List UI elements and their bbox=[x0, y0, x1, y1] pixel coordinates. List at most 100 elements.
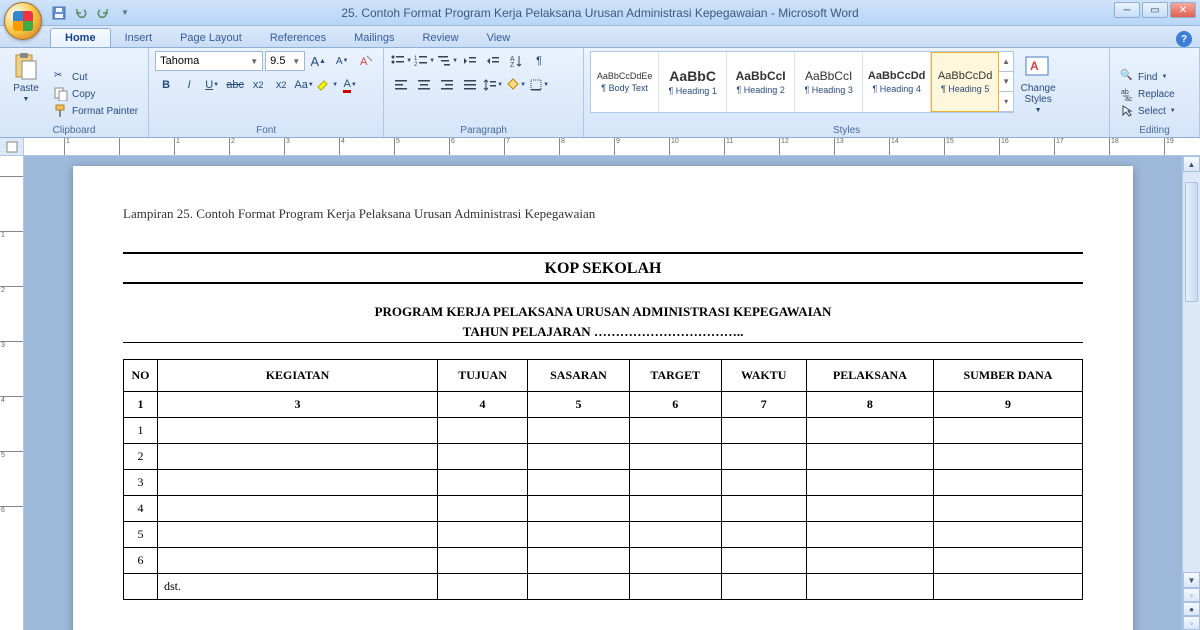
bold-button[interactable]: B bbox=[155, 75, 177, 95]
decrease-indent-button[interactable] bbox=[459, 51, 481, 71]
next-page-icon[interactable]: ◦ bbox=[1183, 616, 1200, 630]
superscript-button[interactable]: x2 bbox=[270, 75, 292, 95]
table-cell bbox=[721, 574, 806, 600]
line-spacing-button[interactable]: ▼ bbox=[482, 75, 504, 95]
program-title: PROGRAM KERJA PELAKSANA URUSAN ADMINISTR… bbox=[123, 304, 1083, 320]
align-left-button[interactable] bbox=[390, 75, 412, 95]
table-cell: 5 bbox=[528, 392, 630, 418]
style-body-text[interactable]: AaBbCcDdEe¶ Body Text bbox=[591, 52, 659, 112]
maximize-button[interactable]: ▭ bbox=[1142, 2, 1168, 18]
table-cell bbox=[528, 522, 630, 548]
table-cell bbox=[158, 496, 438, 522]
style-heading-5[interactable]: AaBbCcDd¶ Heading 5 bbox=[931, 52, 999, 112]
minimize-button[interactable]: ─ bbox=[1114, 2, 1140, 18]
table-cell bbox=[721, 496, 806, 522]
office-button[interactable] bbox=[4, 2, 42, 40]
table-cell bbox=[438, 418, 528, 444]
change-case-button[interactable]: Aa▼ bbox=[293, 75, 315, 95]
select-button[interactable]: Select ▼ bbox=[1116, 103, 1180, 119]
shrink-font-button[interactable]: A▼ bbox=[331, 51, 353, 71]
numbering-button[interactable]: 12▼ bbox=[413, 51, 435, 71]
prev-page-icon[interactable]: ◦ bbox=[1183, 588, 1200, 602]
group-paragraph: ▼ 12▼ ▼ AZ ¶ ▼ ▼ ▼ Paragraph bbox=[384, 48, 584, 137]
table-cell: 4 bbox=[438, 392, 528, 418]
align-center-button[interactable] bbox=[413, 75, 435, 95]
tab-mailings[interactable]: Mailings bbox=[340, 29, 408, 47]
cut-button[interactable]: ✂Cut bbox=[50, 69, 142, 85]
styles-more-icon[interactable]: ▾ bbox=[999, 92, 1013, 112]
vertical-ruler[interactable]: 123456 bbox=[0, 156, 24, 630]
close-button[interactable]: ✕ bbox=[1170, 2, 1196, 18]
table-cell: dst. bbox=[158, 574, 438, 600]
document-scroll[interactable]: Lampiran 25. Contoh Format Program Kerja… bbox=[24, 156, 1182, 630]
group-styles: AaBbCcDdEe¶ Body Text AaBbC¶ Heading 1 A… bbox=[584, 48, 1110, 137]
replace-button[interactable]: abacReplace bbox=[1116, 86, 1180, 102]
tab-page-layout[interactable]: Page Layout bbox=[166, 29, 256, 47]
vertical-scrollbar[interactable]: ▲ ▼ ◦ ● ◦ bbox=[1182, 156, 1200, 630]
undo-icon[interactable] bbox=[72, 4, 90, 22]
format-painter-button[interactable]: Format Painter bbox=[50, 103, 142, 119]
scroll-track[interactable] bbox=[1183, 172, 1200, 572]
grow-font-button[interactable]: A▲ bbox=[307, 51, 329, 71]
shading-button[interactable]: ▼ bbox=[505, 75, 527, 95]
table-cell bbox=[806, 574, 933, 600]
highlight-button[interactable]: ▼ bbox=[316, 75, 338, 95]
table-cell bbox=[629, 574, 721, 600]
table-row: 13456789 bbox=[124, 392, 1083, 418]
multilevel-button[interactable]: ▼ bbox=[436, 51, 458, 71]
borders-button[interactable]: ▼ bbox=[528, 75, 550, 95]
tab-references[interactable]: References bbox=[256, 29, 340, 47]
window-controls: ─ ▭ ✕ bbox=[1114, 2, 1196, 18]
table-cell bbox=[806, 548, 933, 574]
scroll-down-icon[interactable]: ▼ bbox=[1183, 572, 1200, 588]
browse-object-icon[interactable]: ● bbox=[1183, 602, 1200, 616]
table-cell bbox=[438, 470, 528, 496]
align-right-button[interactable] bbox=[436, 75, 458, 95]
tahun-line: TAHUN PELAJARAN …………………………….. bbox=[123, 324, 1083, 340]
tab-insert[interactable]: Insert bbox=[111, 29, 167, 47]
find-button[interactable]: 🔍Find ▼ bbox=[1116, 69, 1180, 85]
ruler-corner[interactable] bbox=[0, 138, 24, 155]
scroll-up-icon[interactable]: ▲ bbox=[1183, 156, 1200, 172]
font-color-button[interactable]: A▼ bbox=[339, 75, 361, 95]
tab-view[interactable]: View bbox=[473, 29, 525, 47]
font-name-combo[interactable]: Tahoma▼ bbox=[155, 51, 263, 71]
tab-home[interactable]: Home bbox=[50, 28, 111, 47]
show-marks-button[interactable]: ¶ bbox=[528, 51, 550, 71]
italic-button[interactable]: I bbox=[178, 75, 200, 95]
strike-button[interactable]: abc bbox=[224, 75, 246, 95]
sort-button[interactable]: AZ bbox=[505, 51, 527, 71]
style-heading-3[interactable]: AaBbCcI¶ Heading 3 bbox=[795, 52, 863, 112]
table-header-row: NO KEGIATAN TUJUAN SASARAN TARGET WAKTU … bbox=[124, 360, 1083, 392]
scroll-thumb[interactable] bbox=[1185, 182, 1198, 302]
style-heading-1[interactable]: AaBbC¶ Heading 1 bbox=[659, 52, 727, 112]
replace-icon: abac bbox=[1120, 87, 1134, 101]
table-cell bbox=[528, 496, 630, 522]
clear-format-button[interactable]: A bbox=[355, 51, 377, 71]
style-heading-2[interactable]: AaBbCcI¶ Heading 2 bbox=[727, 52, 795, 112]
table-cell bbox=[933, 418, 1082, 444]
help-icon[interactable]: ? bbox=[1176, 31, 1192, 47]
page[interactable]: Lampiran 25. Contoh Format Program Kerja… bbox=[73, 166, 1133, 630]
bullets-button[interactable]: ▼ bbox=[390, 51, 412, 71]
copy-button[interactable]: Copy bbox=[50, 86, 142, 102]
kop-bottom-rule bbox=[123, 282, 1083, 284]
save-icon[interactable] bbox=[50, 4, 68, 22]
qat-dropdown-icon[interactable]: ▼ bbox=[116, 4, 134, 22]
horizontal-ruler[interactable]: 112345678910111213141516171819 bbox=[24, 138, 1200, 155]
subscript-button[interactable]: x2 bbox=[247, 75, 269, 95]
table-cell bbox=[629, 444, 721, 470]
increase-indent-button[interactable] bbox=[482, 51, 504, 71]
table-cell bbox=[158, 470, 438, 496]
style-heading-4[interactable]: AaBbCcDd¶ Heading 4 bbox=[863, 52, 931, 112]
justify-button[interactable] bbox=[459, 75, 481, 95]
styles-down-icon[interactable]: ▼ bbox=[999, 72, 1013, 92]
underline-button[interactable]: U▼ bbox=[201, 75, 223, 95]
table-cell: 8 bbox=[806, 392, 933, 418]
table-cell: 5 bbox=[124, 522, 158, 548]
tab-review[interactable]: Review bbox=[408, 29, 472, 47]
styles-up-icon[interactable]: ▲ bbox=[999, 52, 1013, 72]
redo-icon[interactable] bbox=[94, 4, 112, 22]
th-waktu: WAKTU bbox=[721, 360, 806, 392]
font-size-combo[interactable]: 9.5▼ bbox=[265, 51, 305, 71]
